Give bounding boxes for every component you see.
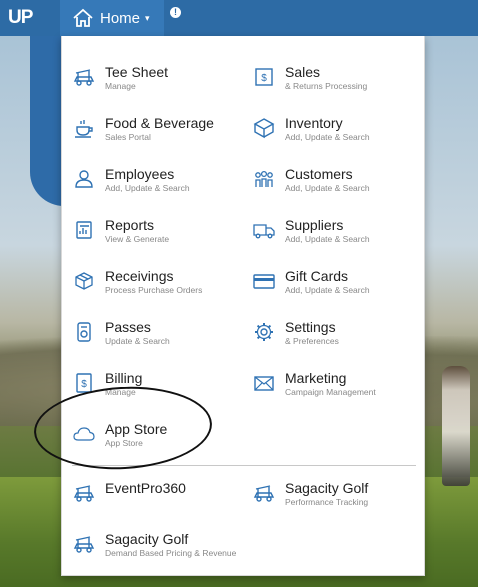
menu-item-title: Settings: [285, 319, 336, 335]
menu-item-title: Billing: [105, 370, 143, 386]
menu-item-receivings[interactable]: Receivings Process Purchase Orders: [72, 268, 202, 296]
package-icon: [72, 269, 96, 293]
menu-item-passes[interactable]: Passes Update & Search: [72, 319, 170, 347]
menu-item-subtitle: Add, Update & Search: [285, 234, 370, 244]
menu-item-subtitle: Campaign Management: [285, 387, 376, 397]
menu-item-subtitle: Process Purchase Orders: [105, 285, 203, 295]
golf-cart-icon: [252, 481, 276, 505]
home-icon: [73, 8, 93, 27]
background-golfer: [442, 366, 470, 486]
menu-item-subtitle: Demand Based Pricing & Revenue: [105, 548, 237, 558]
menu-divider: [72, 465, 416, 466]
menu-item-gift-cards[interactable]: Gift Cards Add, Update & Search: [252, 268, 370, 296]
top-navigation-bar: UP Home ▾ !: [0, 0, 478, 36]
customers-icon: [252, 167, 276, 191]
menu-item-subtitle: Add, Update & Search: [285, 132, 370, 142]
menu-item-tee-sheet[interactable]: Tee Sheet Manage: [72, 64, 168, 92]
menu-item-title: Reports: [105, 217, 155, 233]
billing-icon: $: [72, 371, 96, 395]
home-menu-label: Home: [100, 9, 141, 27]
chevron-down-icon: ▾: [145, 12, 150, 23]
menu-item-customers[interactable]: Customers Add, Update & Search: [252, 166, 370, 194]
menu-item-title: Marketing: [285, 370, 347, 386]
box-icon: [252, 116, 276, 140]
menu-item-title: Customers: [285, 166, 353, 182]
menu-item-subtitle: Sales Portal: [105, 132, 151, 142]
menu-item-sagacity-golf-pricing[interactable]: Sagacity Golf Demand Based Pricing & Reve…: [72, 531, 236, 559]
menu-item-title: Food & Beverage: [105, 115, 214, 131]
menu-item-title: Sagacity Golf: [105, 531, 189, 547]
menu-item-app-store[interactable]: App Store App Store: [72, 421, 167, 449]
menu-item-inventory[interactable]: Inventory Add, Update & Search: [252, 115, 370, 143]
menu-item-title: Sales: [285, 64, 321, 80]
golf-cart-icon: [72, 532, 96, 556]
svg-text:$: $: [261, 73, 267, 84]
menu-item-title: Inventory: [285, 115, 343, 131]
menu-item-title: Tee Sheet: [105, 64, 169, 80]
menu-item-title: EventPro360: [105, 480, 186, 496]
coffee-cup-icon: [72, 116, 96, 140]
employee-icon: [72, 167, 96, 191]
menu-item-employees[interactable]: Employees Add, Update & Search: [72, 166, 190, 194]
menu-item-title: Sagacity Golf: [285, 480, 369, 496]
menu-item-subtitle: Manage: [105, 81, 136, 91]
menu-item-title: Gift Cards: [285, 268, 349, 284]
menu-item-settings[interactable]: Settings & Preferences: [252, 319, 339, 347]
menu-item-subtitle: Add, Update & Search: [285, 285, 370, 295]
register-icon: $: [252, 65, 276, 89]
menu-item-subtitle: Update & Search: [105, 336, 170, 346]
alert-icon[interactable]: !: [170, 7, 181, 18]
menu-item-food-beverage[interactable]: Food & Beverage Sales Portal: [72, 115, 214, 143]
truck-icon: [252, 218, 276, 242]
report-icon: [72, 218, 96, 242]
golf-cart-icon: [72, 65, 96, 89]
menu-item-sales[interactable]: $ Sales & Returns Processing: [252, 64, 367, 92]
menu-item-reports[interactable]: Reports View & Generate: [72, 217, 169, 245]
menu-item-suppliers[interactable]: Suppliers Add, Update & Search: [252, 217, 370, 245]
menu-item-subtitle: & Preferences: [285, 336, 339, 346]
menu-item-subtitle: Performance Tracking: [285, 497, 369, 507]
menu-item-subtitle: Add, Update & Search: [105, 183, 190, 193]
menu-item-title: Passes: [105, 319, 151, 335]
menu-item-subtitle: Manage: [105, 387, 136, 397]
menu-item-title: App Store: [105, 421, 168, 437]
card-icon: [252, 269, 276, 293]
svg-text:$: $: [81, 379, 87, 390]
menu-item-eventpro360[interactable]: EventPro360: [72, 480, 186, 505]
menu-item-sagacity-golf-performance[interactable]: Sagacity Golf Performance Tracking: [252, 480, 368, 508]
pass-icon: [72, 320, 96, 344]
cloud-icon: [72, 422, 96, 446]
menu-item-subtitle: Add, Update & Search: [285, 183, 370, 193]
menu-item-subtitle: & Returns Processing: [285, 81, 368, 91]
home-dropdown-menu: Tee Sheet Manage $ Sales & Returns Process…: [61, 36, 425, 576]
menu-item-title: Receivings: [105, 268, 174, 284]
menu-item-title: Employees: [105, 166, 175, 182]
menu-item-marketing[interactable]: Marketing Campaign Management: [252, 370, 376, 398]
menu-item-subtitle: App Store: [105, 438, 143, 448]
menu-item-title: Suppliers: [285, 217, 344, 233]
envelope-icon: [252, 371, 276, 395]
app-logo[interactable]: UP: [8, 7, 33, 29]
gear-icon: [252, 320, 276, 344]
menu-item-subtitle: View & Generate: [105, 234, 170, 244]
home-menu-button[interactable]: Home ▾: [60, 0, 164, 36]
menu-item-billing[interactable]: $ Billing Manage: [72, 370, 142, 398]
golf-cart-icon: [72, 481, 96, 505]
